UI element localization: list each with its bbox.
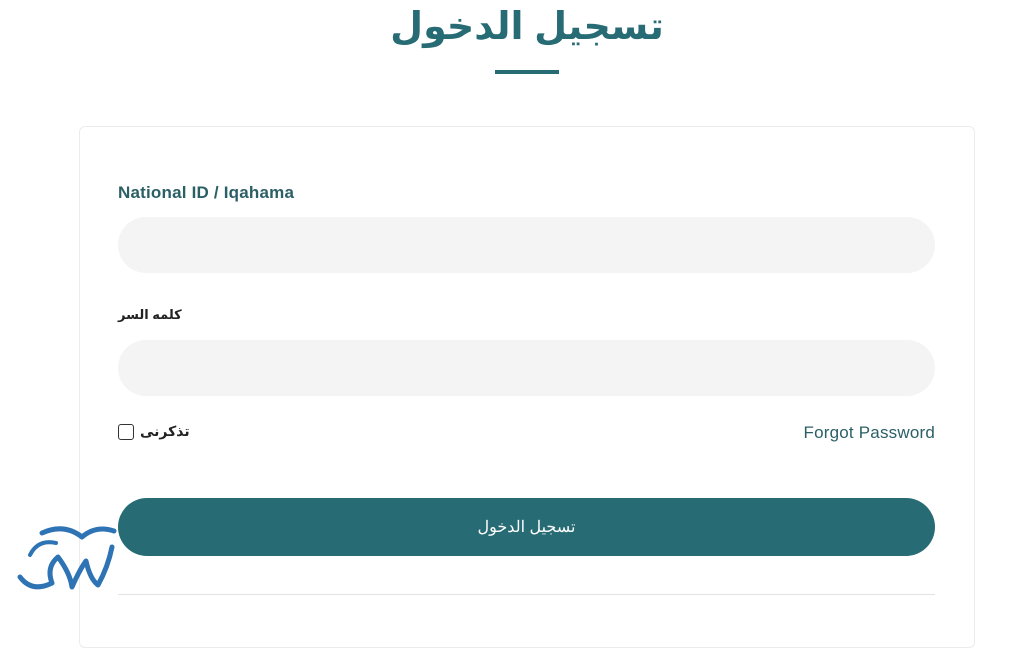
password-label: كلمه السر	[118, 307, 182, 322]
forgot-password-link[interactable]: Forgot Password	[804, 423, 936, 443]
password-input[interactable]	[118, 340, 935, 396]
watermark-logo	[17, 526, 117, 590]
login-button[interactable]: تسجيل الدخول	[118, 498, 935, 556]
remember-me-checkbox[interactable]	[118, 423, 134, 440]
remember-me[interactable]: تذكرنى	[118, 423, 190, 440]
national-id-input[interactable]	[118, 217, 935, 273]
title-underline	[495, 70, 559, 74]
national-id-label: National ID / Iqahama	[118, 183, 295, 202]
page-title: تسجيل الدخول	[390, 6, 664, 48]
divider	[118, 594, 935, 595]
remember-me-label: تذكرنى	[140, 423, 190, 439]
